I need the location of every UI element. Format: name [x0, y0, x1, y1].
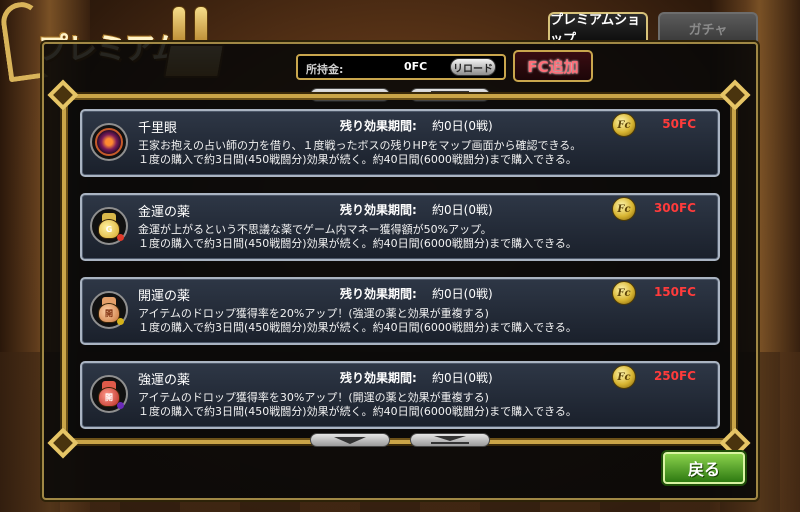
item-card-kaiun[interactable]: 開 開運の薬 残り効果期間: 約0日(0戦) Fc 150FC アイテムのドロッ…: [80, 277, 720, 345]
item-icon-frame: 開: [90, 291, 128, 329]
period-value: 約0日(0戦): [432, 287, 493, 301]
fc-add-button[interactable]: FC追加: [513, 50, 593, 82]
back-button[interactable]: 戻る: [663, 452, 745, 484]
period-value: 約0日(0戦): [432, 203, 493, 217]
potion-bottle-icon: [194, 6, 208, 46]
arrow-down-icon: [434, 436, 466, 441]
money-label: 所持金:: [306, 63, 344, 76]
period-label: 残り効果期間:: [340, 287, 417, 301]
item-price: 300FC: [653, 201, 696, 215]
description-line: １度の購入で約3日間(450戦闘分)効果が続く。約40日間(6000戦闘分)まで…: [138, 321, 577, 334]
gold-bag-icon: G: [98, 213, 124, 241]
item-icon-frame: [90, 123, 128, 161]
description-line: 王家お抱えの占い師の力を借り、１度戦ったボスの残りHPをマップ画面から確認できる…: [138, 139, 582, 152]
scroll-bottom-button[interactable]: [410, 433, 490, 447]
fc-coin-icon: Fc: [612, 197, 636, 221]
reload-button[interactable]: リロード: [450, 58, 496, 76]
period-label: 残り効果期間:: [340, 203, 417, 217]
description-line: １度の購入で約3日間(450戦闘分)効果が続く。約40日間(6000戦闘分)まで…: [138, 153, 577, 166]
period-value: 約0日(0戦): [432, 119, 493, 133]
item-description: アイテムのドロップ獲得率を20%アップ！(強運の薬と効果が重複する) １度の購入…: [138, 307, 577, 335]
description-line: アイテムのドロップ獲得率を20%アップ！(強運の薬と効果が重複する): [138, 307, 489, 320]
item-name: 開運の薬: [138, 289, 191, 304]
item-icon-frame: G: [90, 207, 128, 245]
item-description: 金運が上がるという不思議な薬でゲーム内マネー獲得額が50%アップ。 １度の購入で…: [138, 223, 577, 251]
fc-coin-icon: Fc: [612, 281, 636, 305]
period-label: 残り効果期間:: [340, 119, 417, 133]
fc-coin-icon: Fc: [612, 113, 636, 137]
item-name: 千里眼: [138, 121, 178, 136]
bar-icon: [431, 91, 469, 93]
period-label: 残り効果期間:: [340, 371, 417, 385]
item-price: 50FC: [662, 117, 696, 131]
item-icon-frame: 開: [90, 375, 128, 413]
description-line: アイテムのドロップ獲得率を30%アップ！(開運の薬と効果が重複する): [138, 391, 489, 404]
item-name: 強運の薬: [138, 373, 191, 388]
description-line: １度の購入で約3日間(450戦闘分)効果が続く。約40日間(6000戦闘分)まで…: [138, 405, 577, 418]
money-value: 0FC: [404, 60, 428, 73]
description-line: 金運が上がるという不思議な薬でゲーム内マネー獲得額が50%アップ。: [138, 223, 492, 236]
item-name: 金運の薬: [138, 205, 191, 220]
tab-gacha[interactable]: ガチャ: [658, 12, 758, 42]
potion-bottle-icon: [172, 6, 186, 46]
eye-icon: [95, 128, 123, 156]
item-description: アイテムのドロップ獲得率を30%アップ！(開運の薬と効果が重複する) １度の購入…: [138, 391, 577, 419]
description-line: １度の購入で約3日間(450戦闘分)効果が続く。約40日間(6000戦闘分)まで…: [138, 237, 577, 250]
item-card-kinun[interactable]: G 金運の薬 残り効果期間: 約0日(0戦) Fc 300FC 金運が上がるとい…: [80, 193, 720, 261]
item-card-senrigan[interactable]: 千里眼 残り効果期間: 約0日(0戦) Fc 50FC 王家お抱えの占い師の力を…: [80, 109, 720, 177]
luck-bag-icon: 開: [98, 297, 124, 325]
strong-luck-bag-icon: 開: [98, 381, 124, 409]
item-price: 150FC: [653, 285, 696, 299]
fc-coin-icon: Fc: [612, 365, 636, 389]
tab-premium-shop[interactable]: プレミアムショップ: [548, 12, 648, 47]
item-description: 王家お抱えの占い師の力を借り、１度戦ったボスの残りHPをマップ画面から確認できる…: [138, 139, 581, 167]
scroll-down-button[interactable]: [310, 433, 390, 447]
bar-icon: [431, 442, 469, 444]
arrow-down-icon: [334, 436, 366, 444]
period-value: 約0日(0戦): [432, 371, 493, 385]
item-card-kyoun[interactable]: 開 強運の薬 残り効果期間: 約0日(0戦) Fc 250FC アイテムのドロッ…: [80, 361, 720, 429]
item-price: 250FC: [653, 369, 696, 383]
